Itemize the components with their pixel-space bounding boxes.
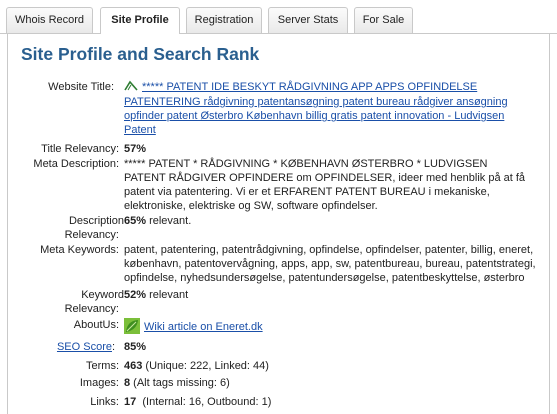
tab-site-profile[interactable]: Site Profile	[100, 7, 180, 34]
seo-score-link[interactable]: SEO Score	[0, 340, 112, 354]
wiki-article-link[interactable]: Wiki article on Eneret.dk	[144, 321, 263, 333]
tab-registration[interactable]: Registration	[186, 7, 262, 33]
tab-for-sale[interactable]: For Sale	[354, 7, 413, 33]
page-title: Site Profile and Search Rank	[21, 44, 260, 64]
site-favicon-icon	[124, 80, 138, 95]
meta-keywords-value: patent, patentering, patentrådgivning, o…	[124, 244, 536, 284]
tab-whois-record[interactable]: Whois Record	[6, 7, 93, 33]
description-relevancy-percent: 65%	[124, 215, 147, 227]
description-relevancy-label-line1: Description	[68, 215, 124, 227]
about-us-row: Wiki article on Eneret.dk	[124, 318, 263, 338]
terms-label: Terms:	[86, 360, 119, 372]
keyword-relevancy-label-line2: Relevancy:	[64, 303, 119, 315]
tab-server-stats[interactable]: Server Stats	[268, 7, 348, 33]
meta-keywords-label: Meta Keywords:	[40, 244, 119, 256]
terms-detail: (Unique: 222, Linked: 44)	[142, 360, 269, 372]
wiki-leaf-icon	[124, 318, 140, 338]
description-relevancy-label: Description Relevancy:	[0, 214, 124, 242]
links-detail: (Internal: 16, Outbound: 1)	[136, 396, 272, 408]
terms-count: 463	[124, 360, 143, 372]
seo-score-value: 85%	[124, 341, 147, 353]
keyword-relevancy-suffix: relevant	[146, 289, 189, 301]
keyword-relevancy-label: Keyword Relevancy:	[0, 288, 124, 316]
images-detail: (Alt tags missing: 6)	[130, 377, 230, 389]
description-relevancy-label-line2: Relevancy:	[64, 229, 119, 241]
meta-description-label: Meta Description:	[33, 158, 119, 170]
links-label: Links:	[90, 396, 119, 408]
terms-value: 463 (Unique: 222, Linked: 44)	[124, 359, 269, 373]
images-label: Images:	[79, 377, 119, 389]
website-title-row: ***** PATENT IDE BESKYT RÅDGIVNING APP A…	[124, 80, 524, 137]
keyword-relevancy-value: 52% relevant	[124, 288, 188, 302]
images-value: 8 (Alt tags missing: 6)	[124, 376, 230, 390]
description-relevancy-suffix: relevant.	[146, 215, 192, 227]
keyword-relevancy-label-line1: Keyword	[81, 289, 124, 301]
description-relevancy-value: 65% relevant.	[124, 214, 191, 228]
title-relevancy-value: 57%	[124, 143, 147, 155]
meta-description-value: ***** PATENT * RÅDGIVNING * KØBENHAVN ØS…	[124, 158, 526, 212]
seo-score-colon: :	[112, 341, 116, 353]
tab-bar: Whois Record Site Profile Registration S…	[0, 0, 557, 34]
links-value: 17 (Internal: 16, Outbound: 1)	[124, 395, 271, 409]
about-us-label: AboutUs:	[73, 319, 119, 331]
keyword-relevancy-percent: 52%	[124, 289, 147, 301]
title-relevancy-label: Title Relevancy:	[41, 143, 119, 155]
links-count: 17	[124, 396, 137, 408]
website-title-label: Website Title:	[48, 81, 114, 93]
website-title-link[interactable]: ***** PATENT IDE BESKYT RÅDGIVNING APP A…	[124, 81, 508, 136]
